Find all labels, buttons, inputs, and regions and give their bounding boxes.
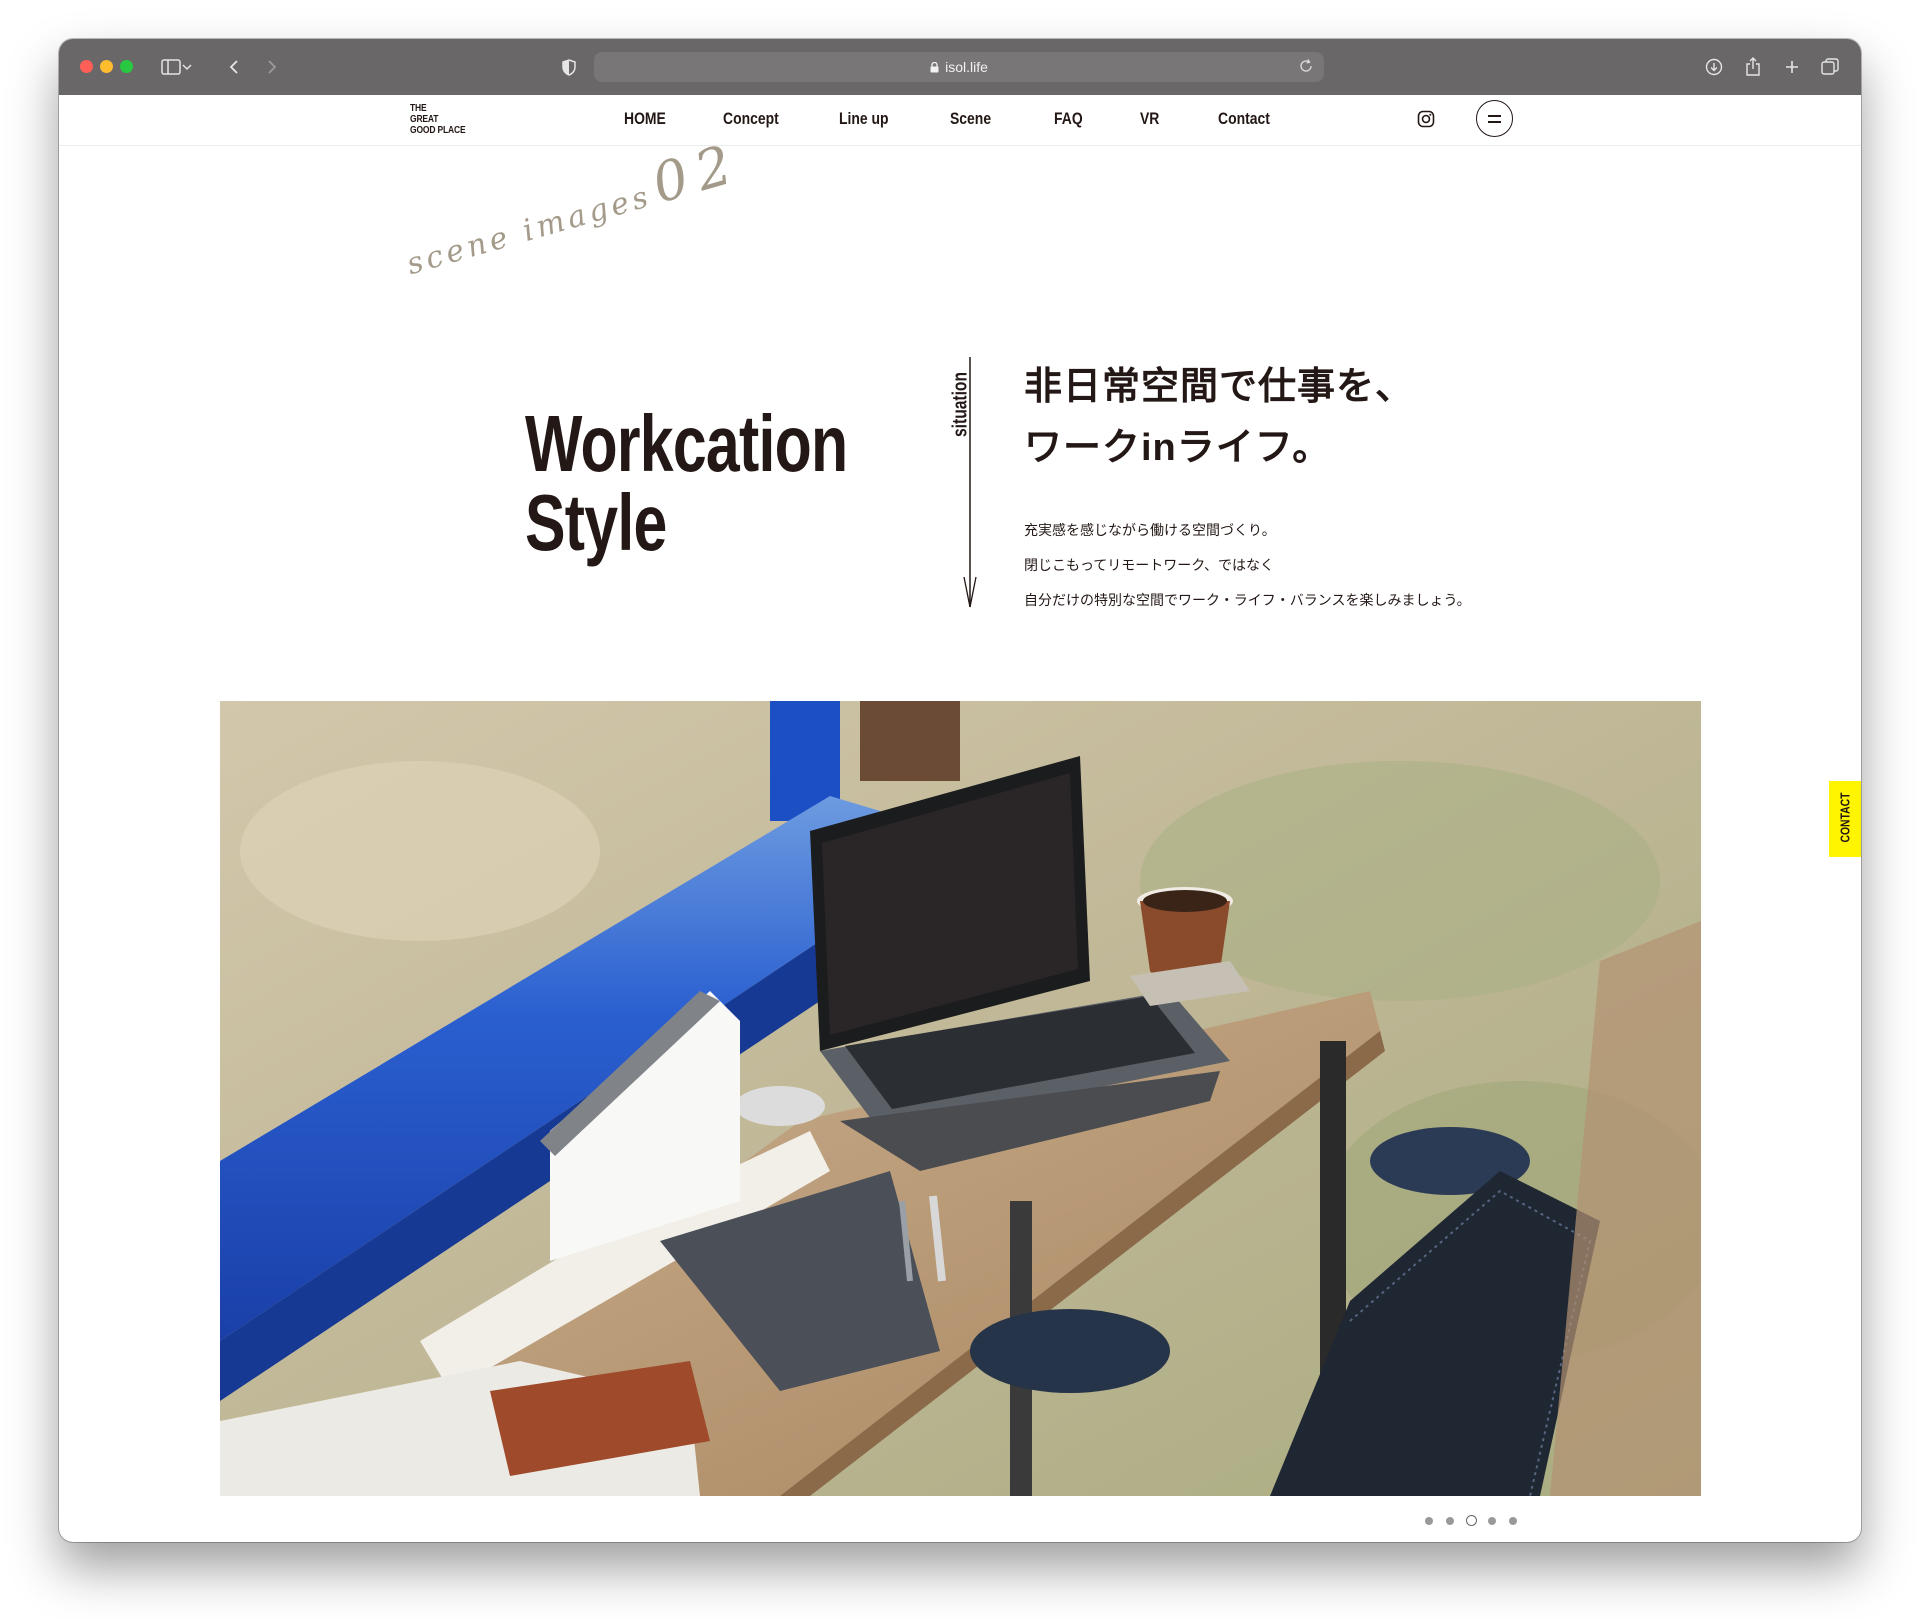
title-line: Workcation [525, 399, 848, 488]
share-icon[interactable] [1739, 53, 1767, 81]
menu-line [1488, 121, 1501, 123]
slider-pagination [1425, 1514, 1525, 1528]
nav-line-up[interactable]: Line up [839, 109, 889, 129]
url-text: isol.life [945, 59, 988, 75]
nav-contact[interactable]: Contact [1218, 109, 1270, 129]
main-nav: HOME Concept Line up Scene FAQ VR Contac… [59, 109, 1861, 131]
situation-label: situation [947, 357, 977, 608]
new-tab-icon[interactable] [1778, 53, 1806, 81]
nav-concept[interactable]: Concept [723, 109, 779, 129]
description-line: 自分だけの特別な空間でワーク・ライフ・バランスを楽しみましょう。 [1024, 592, 1471, 608]
description-line: 充実感を感じながら働ける空間づくり。 [1024, 522, 1276, 538]
headline-line: 非日常空間で仕事を、 [1024, 366, 1415, 408]
menu-line [1488, 115, 1501, 117]
nav-home[interactable]: HOME [624, 109, 666, 129]
nav-scene[interactable]: Scene [950, 109, 991, 129]
contact-tab-label: CONTACT [1837, 792, 1853, 843]
instagram-icon[interactable] [1417, 110, 1435, 133]
forward-icon[interactable] [258, 53, 286, 81]
section-description: 充実感を感じながら働ける空間づくり。 閉じこもってリモートワーク、ではなく 自分… [1024, 513, 1471, 618]
privacy-shield-icon[interactable] [555, 53, 583, 81]
back-icon[interactable] [220, 53, 248, 81]
slider-dot-2[interactable] [1446, 1517, 1454, 1525]
slider-dot-5[interactable] [1509, 1517, 1517, 1525]
section-headline: 非日常空間で仕事を、 ワークinライフ。 [1024, 357, 1414, 479]
section-title: Workcation Style [525, 399, 848, 567]
scene-photo [220, 701, 1701, 1496]
site-header: THE GREAT GOOD PLACE HOME Concept Line u… [59, 95, 1861, 146]
downloads-icon[interactable] [1700, 53, 1728, 81]
script-word: scene images [402, 178, 656, 283]
contact-side-tab[interactable]: CONTACT [1829, 781, 1861, 857]
minimize-window-button[interactable] [100, 60, 113, 73]
slider-dot-4[interactable] [1488, 1517, 1496, 1525]
scene-script-heading: scene images02 [397, 131, 748, 287]
slider-dot-3[interactable] [1466, 1515, 1477, 1526]
tab-overview-icon[interactable] [1816, 53, 1844, 81]
arrow-down-icon [963, 357, 977, 608]
lock-icon [930, 61, 939, 73]
title-line: Style [525, 478, 667, 567]
hamburger-menu-button[interactable] [1476, 100, 1513, 137]
chevron-down-icon[interactable] [179, 53, 195, 81]
browser-toolbar: isol.life [59, 39, 1861, 95]
close-window-button[interactable] [80, 60, 93, 73]
headline-line: ワークinライフ。 [1024, 427, 1332, 469]
address-bar[interactable]: isol.life [594, 52, 1324, 82]
browser-window: isol.life THE GREAT GOOD PLACE HOME Conc… [59, 39, 1861, 1542]
nav-faq[interactable]: FAQ [1054, 109, 1083, 129]
reload-icon[interactable] [1298, 58, 1314, 77]
zoom-window-button[interactable] [120, 60, 133, 73]
nav-vr[interactable]: VR [1140, 109, 1159, 129]
slider-dot-1[interactable] [1425, 1517, 1433, 1525]
description-line: 閉じこもってリモートワーク、ではなく [1024, 557, 1275, 573]
